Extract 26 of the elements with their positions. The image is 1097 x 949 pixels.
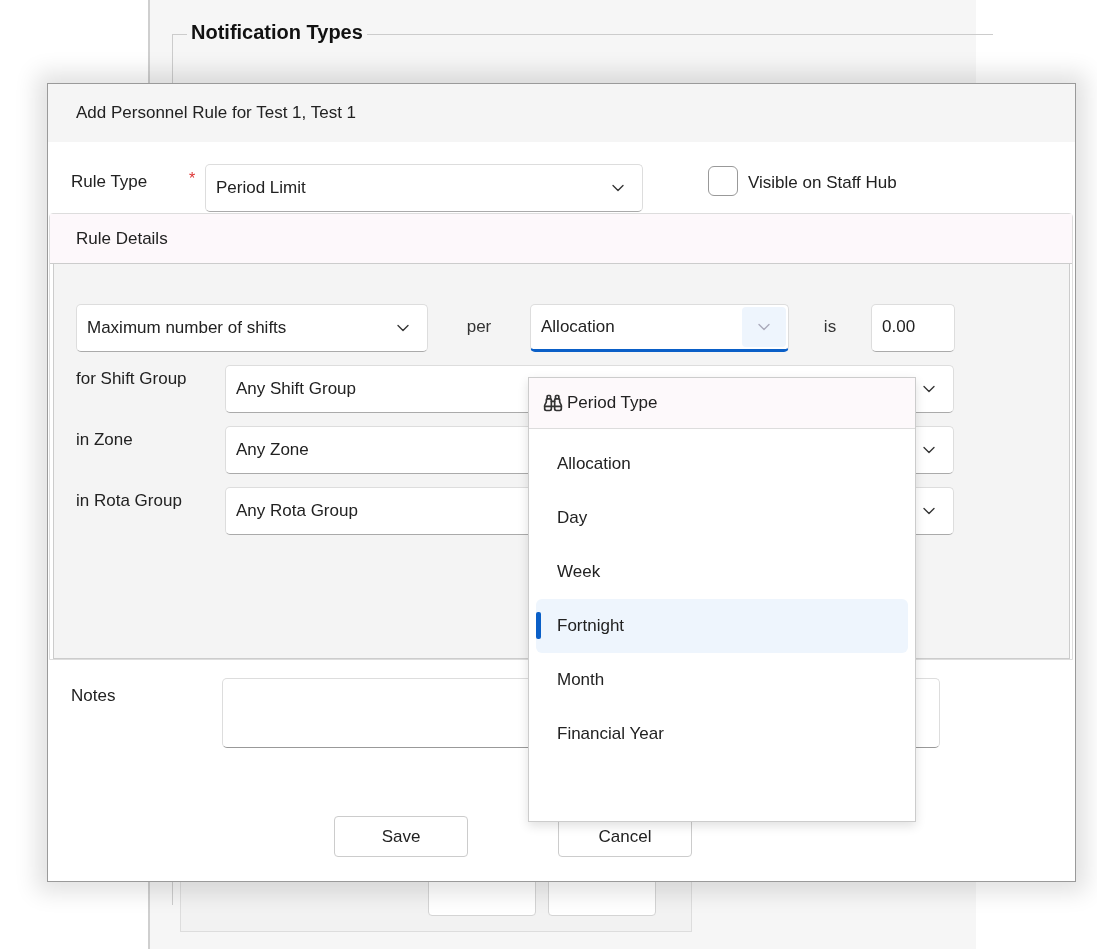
rule-type-select[interactable]: Period Limit	[205, 164, 643, 212]
menu-option[interactable]: Month	[536, 653, 908, 707]
required-mark: *	[189, 169, 197, 188]
amount-field[interactable]: 0.00	[871, 304, 955, 352]
menu-option[interactable]: Financial Year	[536, 707, 908, 761]
section-title: Notification Types	[187, 21, 367, 44]
is-label: is	[822, 316, 838, 337]
period-select[interactable]: Allocation	[530, 304, 789, 352]
measure-select[interactable]: Maximum number of shifts	[76, 304, 428, 352]
field-label: Rule Type	[71, 171, 149, 192]
binoculars-icon	[543, 393, 563, 413]
menu-option[interactable]: Week	[536, 545, 908, 599]
menu-option[interactable]: Day	[536, 491, 908, 545]
dialog-title: Add Personnel Rule for Test 1, Test 1	[48, 84, 1075, 142]
menu-option[interactable]: Allocation	[536, 437, 908, 491]
field-label: in Zone	[76, 429, 134, 450]
per-label: per	[465, 316, 493, 337]
field-label: Notes	[71, 685, 117, 707]
checkbox[interactable]	[708, 166, 738, 196]
section-header: Rule Details	[50, 214, 1072, 264]
field-label: for Shift Group	[76, 368, 188, 389]
menu-title: Period Type	[567, 393, 658, 413]
menu-option[interactable]: Fortnight	[536, 599, 908, 653]
checkbox-label: Visible on Staff Hub	[748, 172, 897, 193]
save-button[interactable]: Save	[334, 816, 468, 857]
field-label: in Rota Group	[76, 490, 183, 511]
